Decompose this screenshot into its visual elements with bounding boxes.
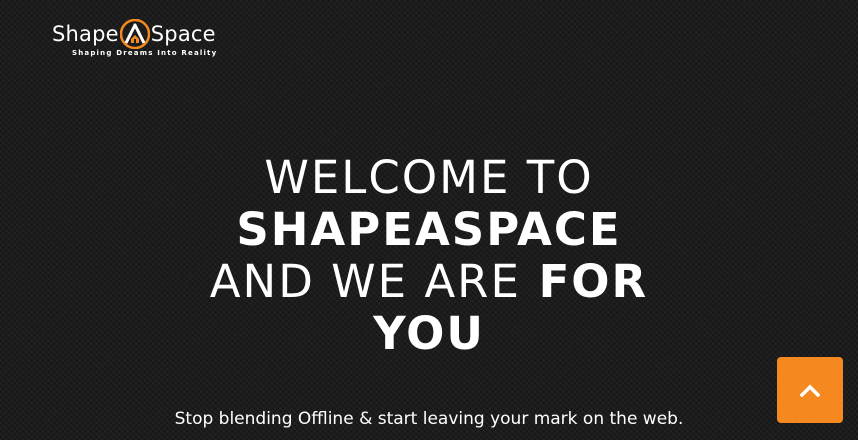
site-logo[interactable]: Shape Space Shaping Dreams Into Reality <box>52 18 252 62</box>
logo-tagline: Shaping Dreams Into Reality <box>72 49 218 57</box>
hero-line3-bold: FOR <box>538 255 649 308</box>
logo-name-left: Shape <box>52 22 119 46</box>
logo-house-icon <box>119 19 150 49</box>
hero-line-welcome: WELCOME TO <box>264 151 594 204</box>
hero-line-brand: SHAPEASPACE <box>236 203 622 256</box>
logo-wordmark: Shape Space <box>52 18 216 50</box>
back-to-top-button[interactable] <box>777 357 843 423</box>
hero-line3-light: AND WE ARE <box>209 255 521 308</box>
hero-section: WELCOME TO SHAPEASPACE AND WE ARE FOR YO… <box>0 152 858 360</box>
hero-line-and-we-are: AND WE ARE FOR <box>0 256 858 308</box>
hero-subtitle: Stop blending Offline & start leaving yo… <box>174 409 684 429</box>
hero-line-you: YOU <box>373 307 485 360</box>
hero-heading: WELCOME TO SHAPEASPACE AND WE ARE FOR YO… <box>0 152 858 360</box>
logo-name-right: Space <box>150 22 216 46</box>
chevron-up-icon <box>800 384 820 397</box>
